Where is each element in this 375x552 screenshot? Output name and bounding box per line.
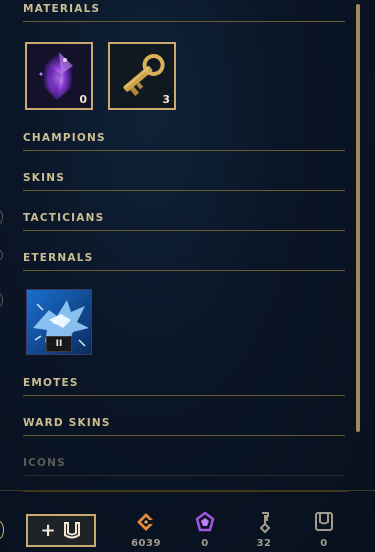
section-label: ICONS xyxy=(23,457,66,469)
item-count: 0 xyxy=(79,93,87,106)
mythic-essence-icon xyxy=(195,511,215,532)
scrollbar-thumb[interactable] xyxy=(356,4,360,432)
plus-icon: + xyxy=(40,519,56,541)
section-header-ward-skins[interactable]: WARD SKINS xyxy=(23,414,345,436)
section-label: MATERIALS xyxy=(23,3,101,15)
section-header-emotes[interactable]: EMOTES xyxy=(23,374,345,396)
currency-value: 0 xyxy=(320,538,328,549)
currency-chests[interactable]: 0 xyxy=(304,511,344,551)
section-header-materials[interactable]: MATERIALS xyxy=(23,0,345,22)
chest-icon xyxy=(315,512,333,531)
eternal-item[interactable]: II xyxy=(26,289,92,355)
bottom-divider xyxy=(23,491,348,492)
material-item-key-fragment[interactable]: 3 xyxy=(108,42,176,110)
add-chest-button[interactable]: + xyxy=(26,514,96,547)
item-count: 3 xyxy=(162,93,170,106)
currency-blue-essence[interactable]: 6039 xyxy=(126,511,166,551)
section-header-skins[interactable]: SKINS xyxy=(23,169,345,191)
section-label: TACTICIANS xyxy=(23,212,105,224)
section-label: WARD SKINS xyxy=(23,417,111,429)
currency-mythic-essence[interactable]: 0 xyxy=(185,511,225,551)
currency-key-fragments[interactable]: 32 xyxy=(244,511,284,551)
section-label: CHAMPIONS xyxy=(23,132,106,144)
section-header-eternals[interactable]: ETERNALS xyxy=(23,249,345,271)
material-item-mythic-essence[interactable]: 0 xyxy=(25,42,93,110)
eternal-tier-badge: II xyxy=(46,336,72,352)
loot-currency-bar: + 6039 0 32 0 xyxy=(0,490,375,552)
section-label: ETERNALS xyxy=(23,252,94,264)
currency-value: 0 xyxy=(201,538,209,549)
loot-scroll-area[interactable]: MATERIALS 0 3 CHAMPIONS SKINS TACTICIANS… xyxy=(0,0,352,480)
blue-essence-icon xyxy=(137,513,153,531)
section-header-champions[interactable]: CHAMPIONS xyxy=(23,129,345,151)
section-label: EMOTES xyxy=(23,377,79,389)
key-fragment-icon xyxy=(259,512,271,533)
section-header-tacticians[interactable]: TACTICIANS xyxy=(23,209,345,231)
chest-icon xyxy=(63,521,80,538)
loot-inventory-panel: MATERIALS 0 3 CHAMPIONS SKINS TACTICIANS… xyxy=(0,0,375,552)
section-label: SKINS xyxy=(23,172,65,184)
currency-value: 32 xyxy=(256,538,272,549)
currency-value: 6039 xyxy=(131,538,161,549)
section-header-icons[interactable]: ICONS xyxy=(23,454,345,476)
